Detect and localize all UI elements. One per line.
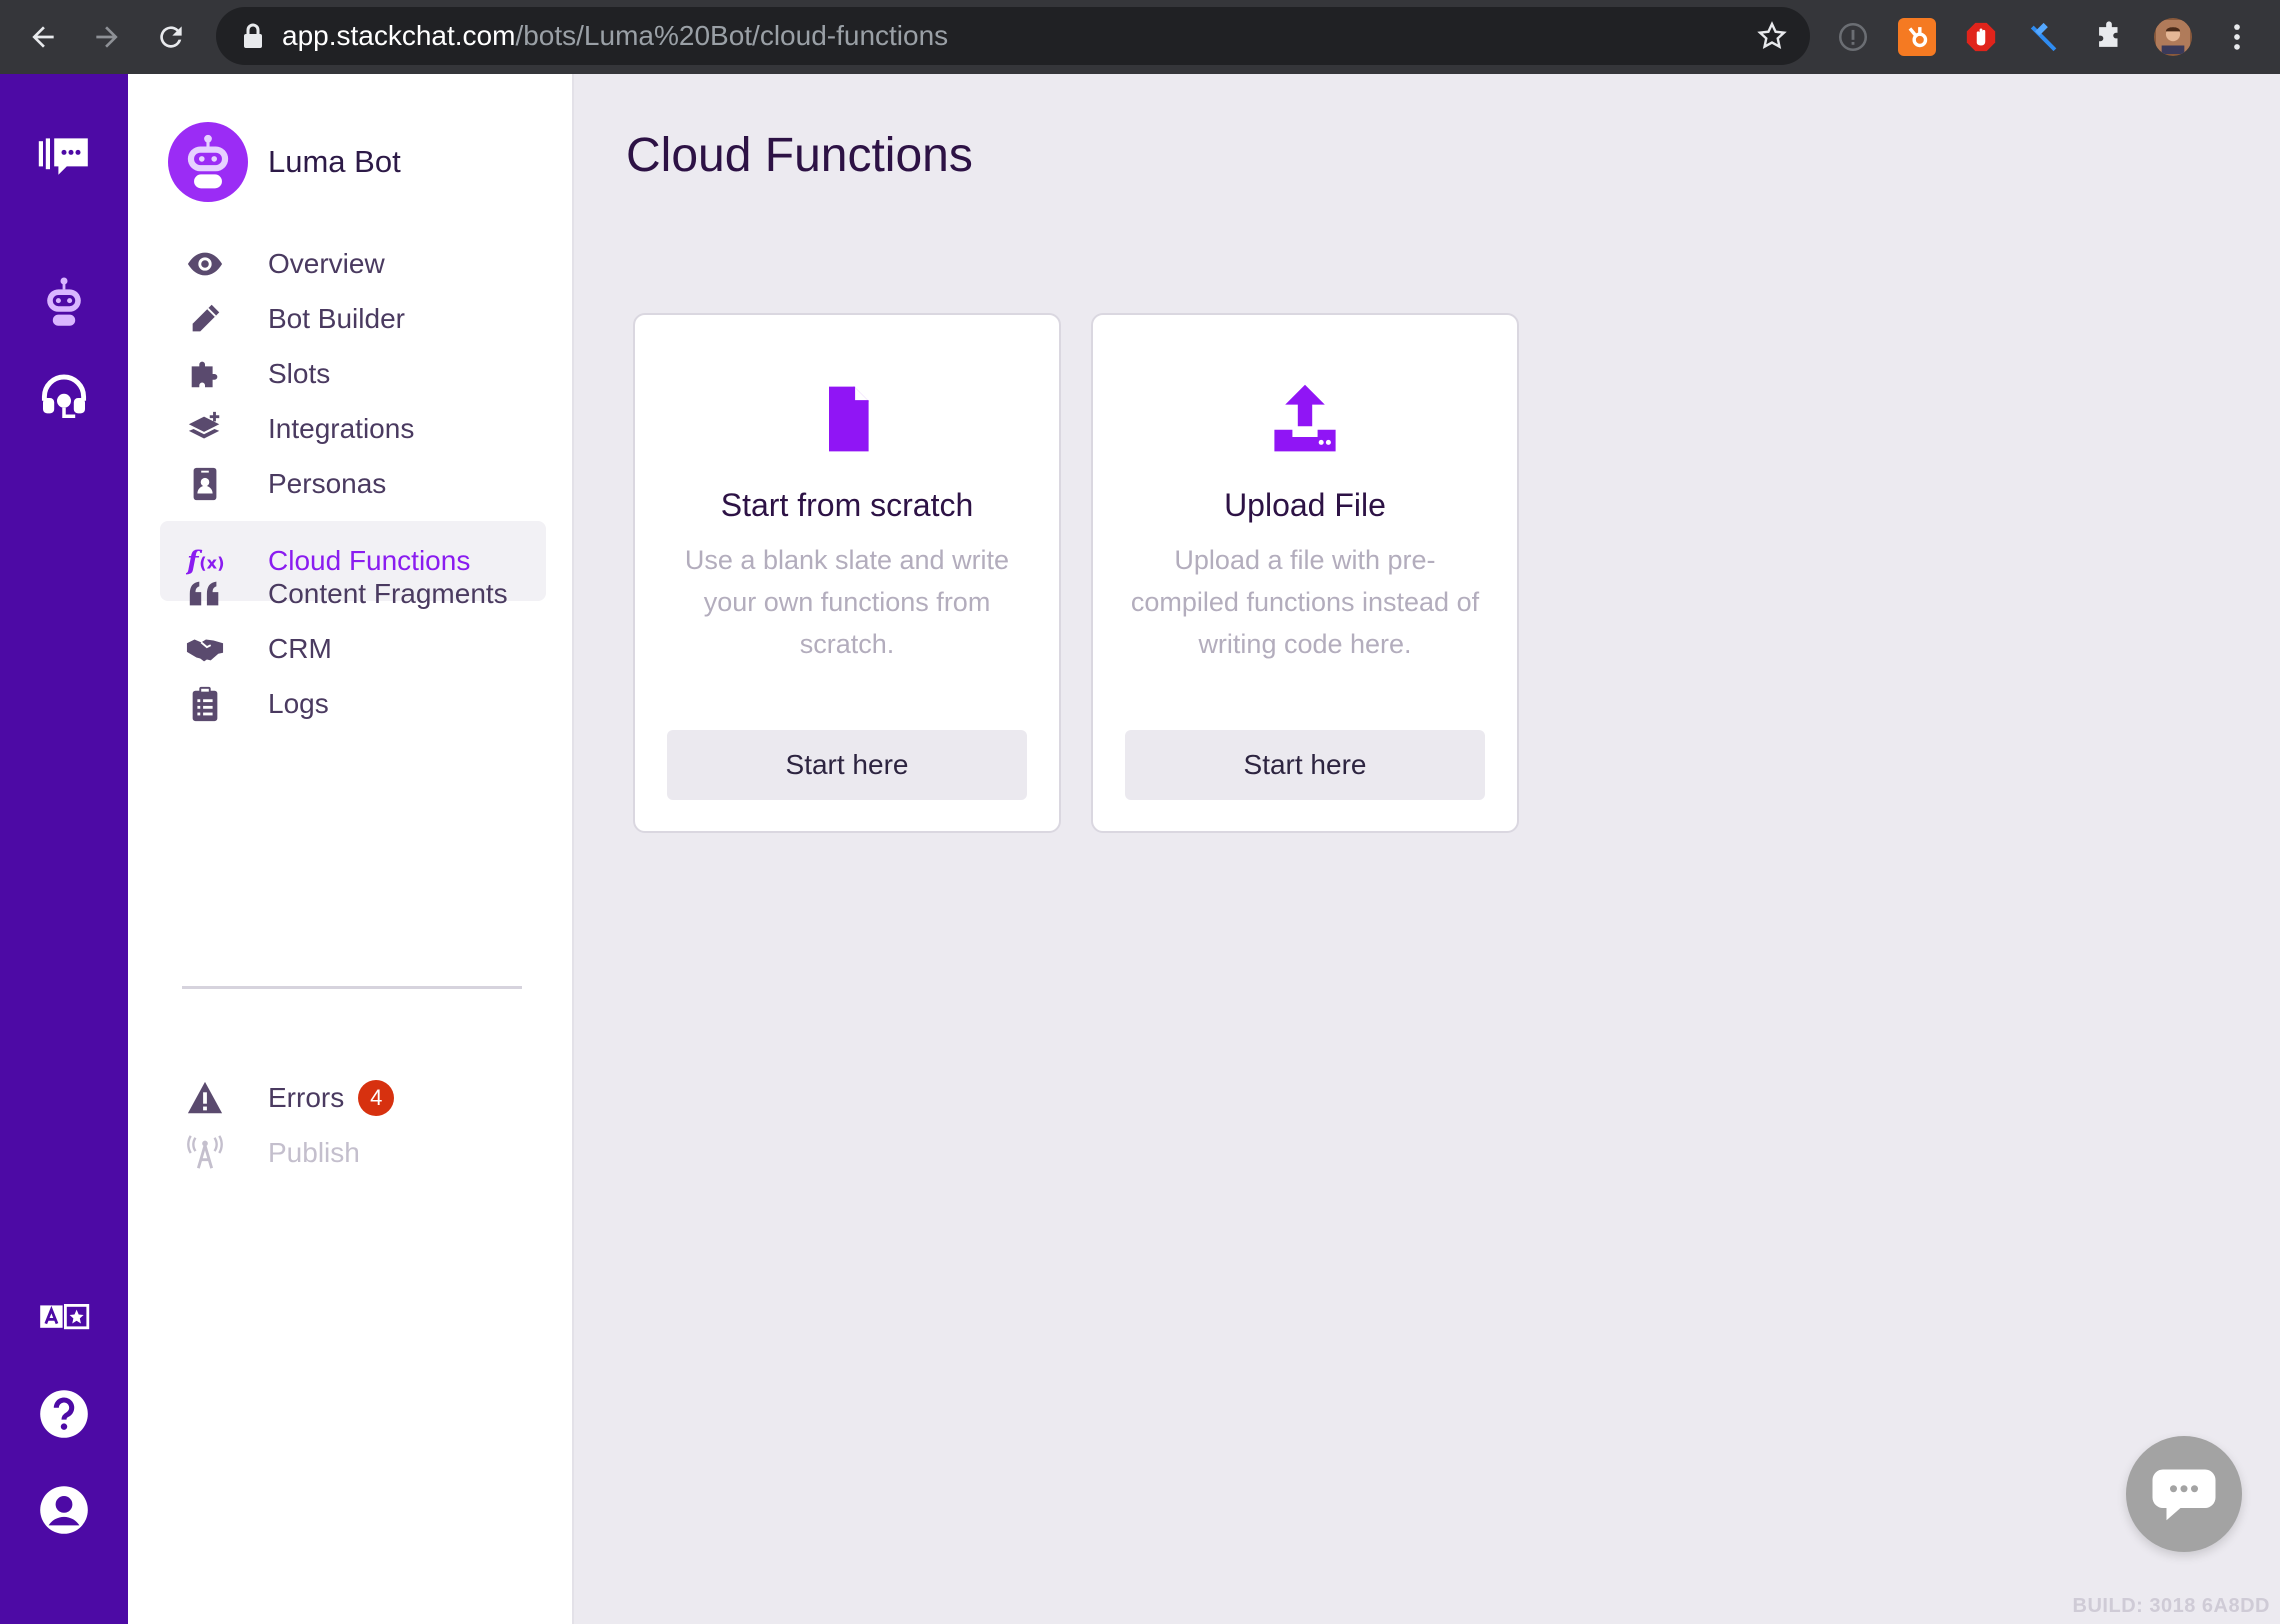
arrow-right-icon [96, 26, 118, 48]
dev-tool-icon[interactable] [2026, 18, 2064, 56]
chat-bubble-icon [2152, 1469, 2216, 1521]
profile-avatar[interactable] [2154, 18, 2192, 56]
bot-name: Luma Bot [268, 144, 401, 179]
start-here-button[interactable]: Start here [667, 730, 1027, 800]
sidebar-divider [182, 986, 522, 989]
sidebar-item-label: Integrations [268, 413, 415, 444]
chat-launcher-button[interactable] [2126, 1436, 2242, 1552]
bot-icon[interactable] [32, 270, 96, 334]
card-description: Use a blank slate and write your own fun… [684, 545, 1010, 659]
sidebar-item-label: Overview [268, 248, 385, 279]
account-icon[interactable] [32, 1478, 96, 1542]
card-description: Upload a file with pre-compiled function… [1130, 545, 1480, 659]
app-rail [0, 74, 128, 1624]
extensions-puzzle-icon[interactable] [2090, 18, 2128, 56]
file-icon [635, 383, 1059, 459]
sidebar-item-label: Content Fragments [268, 578, 508, 609]
bot-header[interactable]: Luma Bot [168, 122, 401, 202]
sidebar-item-label: Personas [268, 468, 387, 499]
sidebar-item-label: Publish [268, 1137, 360, 1168]
browser-toolbar: app.stackchat.com/bots/Luma%20Bot/cloud-… [0, 0, 2280, 74]
forward-button[interactable] [84, 14, 130, 60]
bot-sidebar: Luma Bot Overview Bot Builder Slots Inte… [128, 74, 574, 1624]
id-badge-icon [182, 461, 228, 507]
stackchat-logo-icon[interactable] [32, 126, 96, 190]
address-bar[interactable]: app.stackchat.com/bots/Luma%20Bot/cloud-… [216, 7, 1810, 65]
sidebar-item-logs[interactable]: Logs [160, 664, 546, 744]
sidebar-item-label: Slots [268, 358, 331, 389]
browser-menu-icon[interactable] [2218, 18, 2256, 56]
start-here-button[interactable]: Start here [1125, 730, 1485, 800]
help-icon[interactable] [32, 1382, 96, 1446]
card-title: Upload File [1224, 487, 1386, 523]
info-icon[interactable] [1834, 18, 1872, 56]
upload-icon [1093, 383, 1517, 459]
sidebar-item-publish: Publish [160, 1113, 546, 1193]
hubspot-icon[interactable] [1898, 18, 1936, 56]
upload-file-card: Upload File Upload a file with pre-compi… [1091, 313, 1519, 833]
bot-avatar [168, 122, 248, 202]
back-button[interactable] [20, 14, 66, 60]
sidebar-item-personas[interactable]: Personas [160, 444, 546, 524]
clipboard-icon [182, 681, 228, 727]
translate-icon[interactable] [32, 1286, 96, 1350]
sidebar-item-label: Errors [268, 1082, 345, 1113]
reload-icon [160, 26, 182, 48]
card-title: Start from scratch [720, 487, 974, 523]
reload-button[interactable] [148, 14, 194, 60]
adblock-icon[interactable] [1962, 18, 2000, 56]
sidebar-item-label: CRM [268, 633, 332, 664]
support-headset-icon[interactable] [32, 366, 96, 430]
broadcast-icon [182, 1130, 228, 1176]
error-count-badge: 4 [358, 1080, 395, 1116]
build-label: BUILD: 3018 6A8DD [2072, 1595, 2270, 1617]
url-text: app.stackchat.com/bots/Luma%20Bot/cloud-… [282, 20, 949, 51]
bookmark-star-icon[interactable] [1756, 20, 1788, 52]
arrow-left-icon [32, 26, 54, 48]
lock-icon [244, 23, 262, 48]
sidebar-item-label: Logs [268, 688, 329, 719]
start-from-scratch-card: Start from scratch Use a blank slate and… [633, 313, 1061, 833]
sidebar-item-label: Bot Builder [268, 303, 405, 334]
page-title: Cloud Functions [626, 129, 973, 182]
